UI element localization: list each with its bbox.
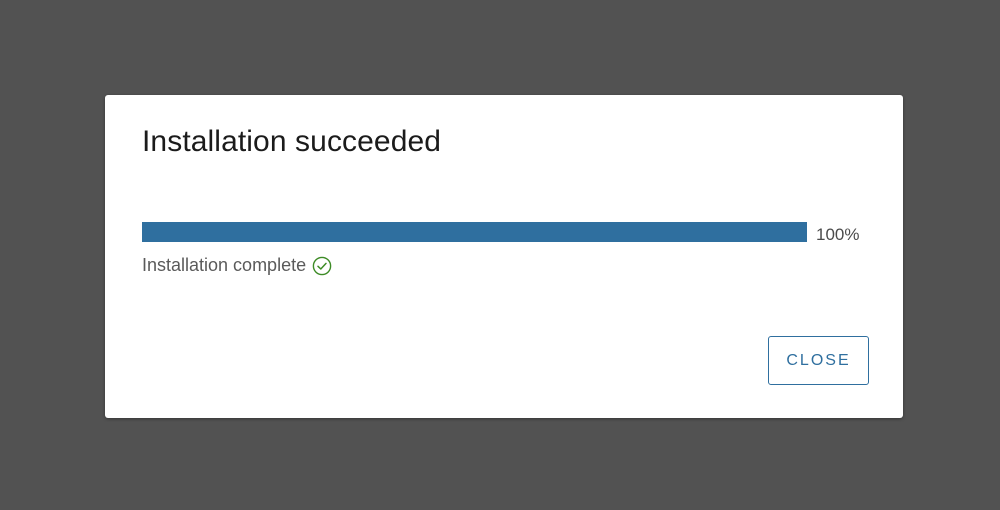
dialog-title: Installation succeeded <box>142 125 442 158</box>
progress-bar-fill <box>142 222 807 242</box>
modal-backdrop: Installation succeeded 100% Installation… <box>0 0 1000 510</box>
close-button[interactable]: CLOSE <box>768 336 869 385</box>
status-row: Installation complete <box>142 255 332 276</box>
progress-row: 100% <box>142 222 870 244</box>
installation-dialog: Installation succeeded 100% Installation… <box>105 95 903 418</box>
check-circle-icon <box>312 256 332 276</box>
progress-bar <box>142 222 807 242</box>
progress-percent: 100% <box>816 225 860 244</box>
status-text: Installation complete <box>142 255 307 275</box>
